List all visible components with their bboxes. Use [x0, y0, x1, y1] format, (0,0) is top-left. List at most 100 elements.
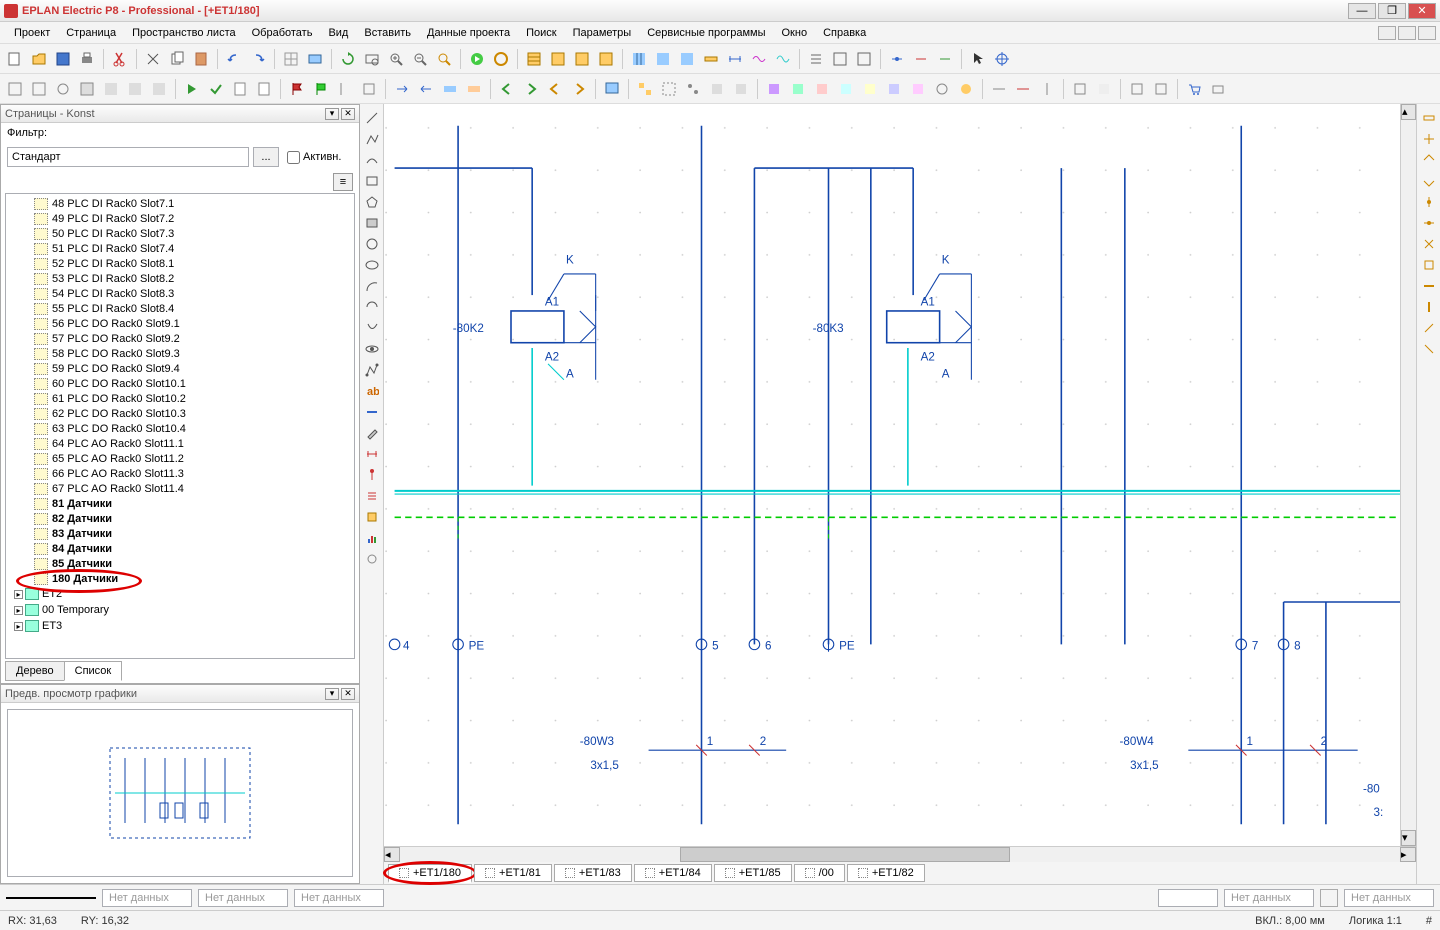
filter-ellipsis-button[interactable]: ... — [253, 147, 279, 167]
tree-item[interactable]: 180 Датчики — [34, 571, 350, 586]
paste-icon[interactable] — [190, 48, 212, 70]
tb2-c5-icon[interactable] — [859, 78, 881, 100]
tree-item[interactable]: 85 Датчики — [34, 556, 350, 571]
zoomout-icon[interactable] — [409, 48, 431, 70]
cursor-icon[interactable] — [967, 48, 989, 70]
tb2-cart-icon[interactable] — [1183, 78, 1205, 100]
preview-close-icon[interactable]: ✕ — [341, 688, 355, 700]
close-button[interactable]: ✕ — [1408, 3, 1436, 19]
filter-select[interactable] — [7, 147, 249, 167]
rtool-12-icon[interactable] — [1419, 339, 1439, 359]
redo-icon[interactable] — [247, 48, 269, 70]
tree-node[interactable]: ▸ET2 — [14, 586, 350, 602]
tb2-nav4-icon[interactable] — [463, 78, 485, 100]
sine-icon[interactable] — [772, 48, 794, 70]
tb2-d2-icon[interactable] — [1012, 78, 1034, 100]
tool-line-icon[interactable] — [362, 108, 382, 128]
expander-icon[interactable]: ▸ — [14, 622, 23, 631]
tree-item[interactable]: 82 Датчики — [34, 511, 350, 526]
tree-item[interactable]: 56 PLC DO Rack0 Slot9.1 — [34, 316, 350, 331]
tool-chart-icon[interactable] — [362, 528, 382, 548]
tb2-c9-icon[interactable] — [955, 78, 977, 100]
tree-item[interactable]: 83 Датчики — [34, 526, 350, 541]
tool-text-icon[interactable]: ab — [362, 381, 382, 401]
menu-insert[interactable]: Вставить — [356, 24, 419, 42]
menu-edit[interactable]: Обработать — [244, 24, 321, 42]
tb2-flag3-icon[interactable] — [334, 78, 356, 100]
panel-close-icon[interactable]: ✕ — [341, 108, 355, 120]
rtool-9-icon[interactable] — [1419, 276, 1439, 296]
bt-field-4[interactable] — [1158, 889, 1218, 907]
tb2-c1-icon[interactable] — [763, 78, 785, 100]
tb2-nav3-icon[interactable] — [439, 78, 461, 100]
tb2-c2-icon[interactable] — [787, 78, 809, 100]
target-icon[interactable] — [991, 48, 1013, 70]
tb2-grp4-icon[interactable] — [706, 78, 728, 100]
tree-item[interactable]: 66 PLC AO Rack0 Slot11.3 — [34, 466, 350, 481]
tb2-e2-icon[interactable] — [1093, 78, 1115, 100]
tree-node[interactable]: ▸00 Temporary — [14, 602, 350, 618]
run-icon[interactable] — [466, 48, 488, 70]
rtool-8-icon[interactable] — [1419, 255, 1439, 275]
tb2-fwd-icon[interactable] — [520, 78, 542, 100]
tool-path-icon[interactable] — [362, 360, 382, 380]
tab-list[interactable]: Список — [64, 661, 123, 681]
tree-item[interactable]: 60 PLC DO Rack0 Slot10.1 — [34, 376, 350, 391]
conn3-icon[interactable] — [934, 48, 956, 70]
tree-item[interactable]: 57 PLC DO Rack0 Slot9.2 — [34, 331, 350, 346]
list2-icon[interactable] — [829, 48, 851, 70]
cut2-icon[interactable] — [142, 48, 164, 70]
tree-item[interactable]: 67 PLC AO Rack0 Slot11.4 — [34, 481, 350, 496]
tool-pin-icon[interactable] — [362, 465, 382, 485]
print-icon[interactable] — [76, 48, 98, 70]
bt-field-3[interactable] — [294, 889, 384, 907]
tree-item[interactable]: 53 PLC DI Rack0 Slot8.2 — [34, 271, 350, 286]
tree-item[interactable]: 58 PLC DO Rack0 Slot9.3 — [34, 346, 350, 361]
page-tab[interactable]: +ET1/83 — [554, 864, 632, 882]
tab-tree[interactable]: Дерево — [5, 661, 65, 681]
tb2-d3-icon[interactable] — [1036, 78, 1058, 100]
tb2-c7-icon[interactable] — [907, 78, 929, 100]
tb2-win-icon[interactable] — [601, 78, 623, 100]
stop-icon[interactable] — [490, 48, 512, 70]
maximize-button[interactable]: ❐ — [1378, 3, 1406, 19]
table2-icon[interactable] — [547, 48, 569, 70]
rtool-4-icon[interactable] — [1419, 171, 1439, 191]
tb2-c3-icon[interactable] — [811, 78, 833, 100]
panel-pin-icon[interactable]: ▾ — [325, 108, 339, 120]
copy-icon[interactable] — [166, 48, 188, 70]
list1-icon[interactable] — [805, 48, 827, 70]
page-tab[interactable]: /00 — [794, 864, 845, 882]
tree-item[interactable]: 51 PLC DI Rack0 Slot7.4 — [34, 241, 350, 256]
rtool-3-icon[interactable] — [1419, 150, 1439, 170]
tool-ellipse-icon[interactable] — [362, 255, 382, 275]
tb2-back-icon[interactable] — [496, 78, 518, 100]
grid2-icon[interactable] — [652, 48, 674, 70]
filter-active-checkbox[interactable]: Активн. — [287, 151, 353, 164]
menu-utilities[interactable]: Сервисные программы — [639, 24, 773, 42]
tool-arc2-icon[interactable] — [362, 297, 382, 317]
tb2-5-icon[interactable] — [100, 78, 122, 100]
tb2-f2-icon[interactable] — [1150, 78, 1172, 100]
tb2-2-icon[interactable] — [28, 78, 50, 100]
new-icon[interactable] — [4, 48, 26, 70]
table4-icon[interactable] — [595, 48, 617, 70]
page-tab[interactable]: +ET1/81 — [474, 864, 552, 882]
rtool-7-icon[interactable] — [1419, 234, 1439, 254]
mdi-close[interactable] — [1418, 26, 1436, 40]
tb2-back2-icon[interactable] — [544, 78, 566, 100]
expander-icon[interactable]: ▸ — [14, 590, 23, 599]
menu-sheetspace[interactable]: Пространство листа — [124, 24, 244, 42]
tool-arc-icon[interactable] — [362, 276, 382, 296]
tb2-fwd2-icon[interactable] — [568, 78, 590, 100]
refresh-icon[interactable] — [337, 48, 359, 70]
menu-project[interactable]: Проект — [6, 24, 58, 42]
tb2-3-icon[interactable] — [52, 78, 74, 100]
menu-help[interactable]: Справка — [815, 24, 874, 42]
tb2-f1-icon[interactable] — [1126, 78, 1148, 100]
tb2-doc2-icon[interactable] — [253, 78, 275, 100]
tb2-flag4-icon[interactable] — [358, 78, 380, 100]
tool-hline-icon[interactable] — [362, 402, 382, 422]
drawing-canvas[interactable]: -80K2 K A1 A2 A — [384, 104, 1400, 846]
tb2-flag1-icon[interactable] — [286, 78, 308, 100]
